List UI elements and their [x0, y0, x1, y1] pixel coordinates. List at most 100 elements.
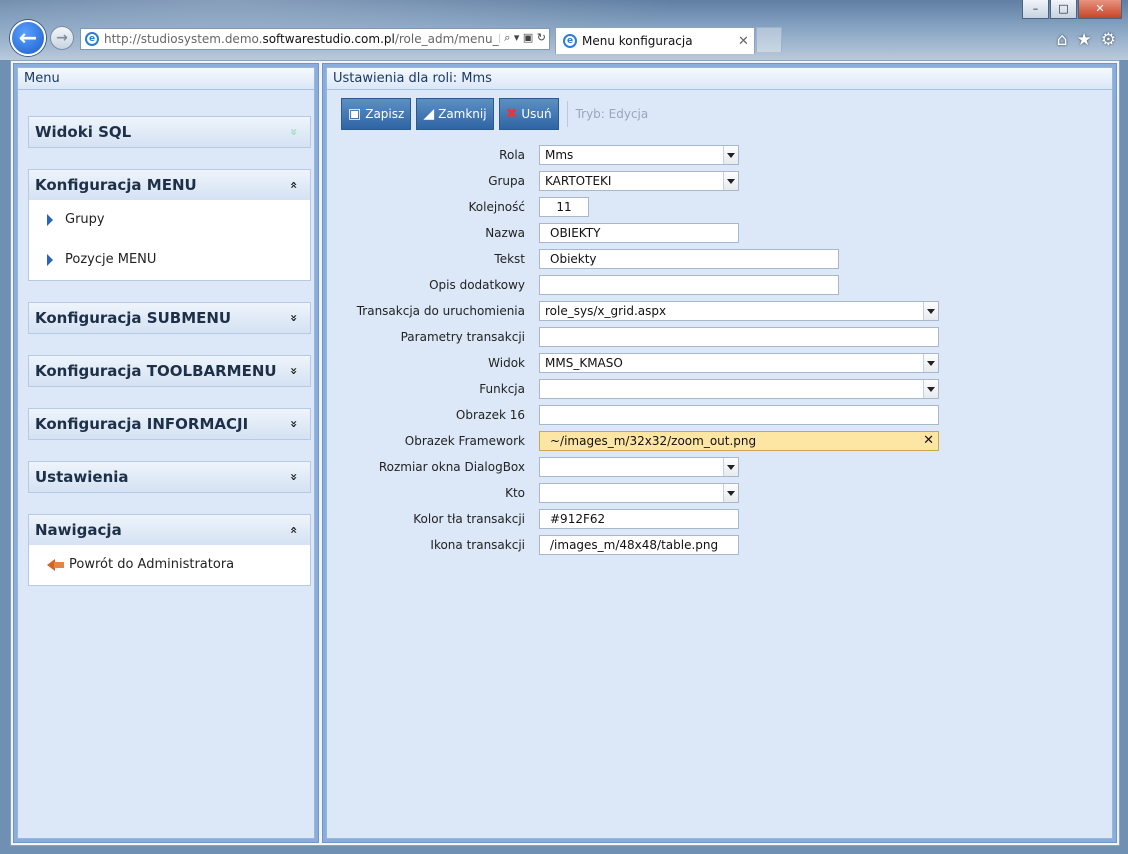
tab-menu-konfiguracja[interactable]: e Menu konfiguracja ✕	[555, 27, 755, 54]
grupa-select[interactable]: KARTOTEKI	[539, 171, 739, 191]
new-tab-button[interactable]	[756, 27, 782, 52]
funkcja-select[interactable]	[539, 379, 939, 399]
nazwa-input[interactable]: OBIEKTY	[539, 223, 739, 243]
menu-item-label: Grupy	[65, 212, 105, 227]
label-grupa: Grupa	[488, 174, 525, 188]
settings-panel-body: Ustawienia dla roli: Mms ▣ Zapisz ◢ Zamk…	[326, 67, 1113, 839]
close-form-icon: ◢	[423, 106, 435, 122]
rola-select[interactable]: Mms	[539, 145, 739, 165]
dropdown-arrow-icon[interactable]	[723, 484, 738, 502]
accordion-title: Konfiguracja SUBMENU	[35, 309, 232, 327]
accordion-header-konfiguracja-submenu[interactable]: Konfiguracja SUBMENU »	[29, 303, 310, 333]
address-bar[interactable]: e http://studiosystem.demo. softwarestudi…	[80, 28, 550, 50]
label-kolor-tla: Kolor tła transakcji	[413, 512, 525, 526]
row-nazwa: Nazwa OBIEKTY	[327, 223, 1107, 245]
favorites-star-icon[interactable]: ★	[1077, 30, 1092, 50]
address-tools-icon[interactable]: ⌕ ▾ ▣ ↻	[500, 31, 546, 45]
accordion-header-konfiguracja-menu[interactable]: Konfiguracja MENU «	[29, 170, 310, 200]
ie-page-icon: e	[85, 32, 99, 46]
window-controls: – □ ✕	[1021, 0, 1122, 19]
accordion-nawigacja: Nawigacja « Powrót do Administratora	[28, 514, 311, 586]
tab-ie-icon: e	[563, 34, 577, 48]
minimize-button[interactable]: –	[1022, 0, 1049, 19]
row-kolejnosc: Kolejność 11	[327, 197, 1107, 219]
tekst-input[interactable]: Obiekty	[539, 249, 839, 269]
label-nazwa: Nazwa	[485, 226, 525, 240]
dropdown-arrow-icon[interactable]	[723, 146, 738, 164]
maximize-button[interactable]: □	[1050, 0, 1077, 19]
accordion-header-konfiguracja-toolbarmenu[interactable]: Konfiguracja TOOLBARMENU »	[29, 356, 310, 386]
obrazek-16-input[interactable]	[539, 405, 939, 425]
accordion-widoki-sql: Widoki SQL »	[28, 116, 311, 148]
label-widok: Widok	[488, 356, 525, 370]
kto-select[interactable]	[539, 483, 739, 503]
obrazek-framework-input[interactable]: ~/images_m/32x32/zoom_out.png ✕	[539, 431, 939, 451]
dropdown-arrow-icon[interactable]	[923, 380, 938, 398]
opis-dodatkowy-input[interactable]	[539, 275, 839, 295]
row-rola: Rola Mms	[327, 145, 1107, 167]
label-kto: Kto	[505, 486, 525, 500]
row-obrazek-16: Obrazek 16	[327, 405, 1107, 427]
settings-gear-icon[interactable]: ⚙	[1101, 30, 1116, 50]
settings-panel: Ustawienia dla roli: Mms ▣ Zapisz ◢ Zamk…	[322, 63, 1117, 843]
toolbar-divider	[566, 101, 568, 127]
dropdown-arrow-icon[interactable]	[923, 354, 938, 372]
back-arrow-icon	[47, 559, 65, 571]
kolor-tla-input[interactable]: #912F62	[539, 509, 739, 529]
chevron-down-icon[interactable]: »	[279, 367, 309, 375]
accordion-header-widoki-sql[interactable]: Widoki SQL »	[29, 117, 310, 147]
home-icon[interactable]: ⌂	[1057, 30, 1068, 50]
menu-item-pozycje-menu[interactable]: Pozycje MENU	[29, 240, 310, 280]
mode-label: Tryb: Edycja	[575, 107, 649, 121]
chevron-down-icon[interactable]: »	[279, 420, 309, 428]
tab-close-icon[interactable]: ✕	[738, 34, 754, 49]
accordion-header-nawigacja[interactable]: Nawigacja «	[29, 515, 310, 545]
rozmiar-okna-select[interactable]	[539, 457, 739, 477]
close-button-label: Zamknij	[438, 107, 487, 121]
ikona-transakcji-input[interactable]: /images_m/48x48/table.png	[539, 535, 739, 555]
menu-item-grupy[interactable]: Grupy	[29, 200, 310, 240]
chevron-up-icon[interactable]: «	[279, 526, 309, 534]
accordion-title: Ustawienia	[35, 468, 129, 486]
menu-item-powrot-do-administratora[interactable]: Powrót do Administratora	[29, 545, 310, 585]
delete-button-label: Usuń	[521, 107, 552, 121]
widok-value: MMS_KMASO	[545, 356, 623, 370]
forward-arrow-icon: →	[56, 30, 68, 46]
label-rozmiar-okna: Rozmiar okna DialogBox	[378, 460, 525, 474]
grupa-value: KARTOTEKI	[545, 174, 612, 188]
dropdown-arrow-icon[interactable]	[723, 172, 738, 190]
accordion-header-ustawienia[interactable]: Ustawienia »	[29, 462, 310, 492]
rola-value: Mms	[545, 148, 574, 162]
chevron-down-icon[interactable]: »	[279, 473, 309, 481]
bullet-triangle-icon	[47, 254, 53, 266]
accordion-title: Konfiguracja MENU	[35, 176, 197, 194]
save-button[interactable]: ▣ Zapisz	[341, 98, 412, 130]
close-window-button[interactable]: ✕	[1078, 0, 1122, 19]
label-obrazek-16: Obrazek 16	[455, 408, 525, 422]
close-button[interactable]: ◢ Zamknij	[416, 98, 494, 130]
widok-select[interactable]: MMS_KMASO	[539, 353, 939, 373]
label-parametry-transakcji: Parametry transakcji	[400, 330, 525, 344]
transakcja-select[interactable]: role_sys/x_grid.aspx	[539, 301, 939, 321]
accordion-header-konfiguracja-informacji[interactable]: Konfiguracja INFORMACJI »	[29, 409, 310, 439]
row-opis-dodatkowy: Opis dodatkowy	[327, 275, 1107, 297]
menu-panel-body: Menu Widoki SQL » Konfiguracja MENU « Gr…	[17, 67, 315, 839]
chevron-down-icon[interactable]: »	[279, 314, 309, 322]
parametry-transakcji-input[interactable]	[539, 327, 939, 347]
accordion-title: Widoki SQL	[35, 123, 132, 141]
row-tekst: Tekst Obiekty	[327, 249, 1107, 271]
clear-x-icon[interactable]: ✕	[923, 432, 934, 450]
label-tekst: Tekst	[494, 252, 525, 266]
row-kolor-tla: Kolor tła transakcji #912F62	[327, 509, 1107, 531]
chevron-down-icon[interactable]: »	[279, 128, 309, 136]
delete-x-icon: ✖	[505, 106, 518, 122]
dropdown-arrow-icon[interactable]	[723, 458, 738, 476]
dropdown-arrow-icon[interactable]	[923, 302, 938, 320]
forward-button[interactable]: →	[50, 26, 74, 50]
delete-button[interactable]: ✖ Usuń	[498, 98, 559, 130]
menu-item-label: Pozycje MENU	[65, 252, 157, 267]
kolejnosc-input[interactable]: 11	[539, 197, 589, 217]
chevron-up-icon[interactable]: «	[279, 181, 309, 189]
label-rola: Rola	[499, 148, 525, 162]
back-button[interactable]: ←	[10, 20, 46, 56]
